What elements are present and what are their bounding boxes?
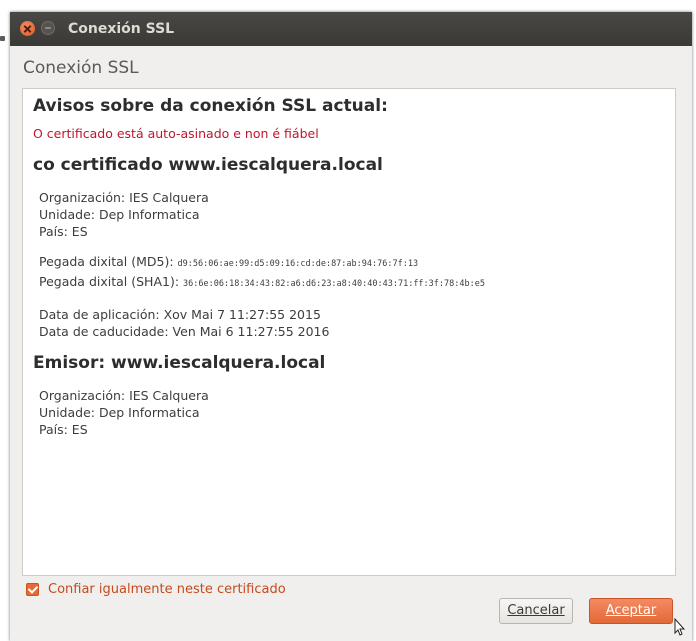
certificate-details-panel: Avisos sobre da conexión SSL actual: O c… xyxy=(22,88,676,576)
certificate-fingerprints: Pegada dixital (MD5): d9:56:06:ae:99:d5:… xyxy=(33,253,657,293)
warning-message: O certificado está auto-asinado e non é … xyxy=(33,126,319,141)
dialog-heading: Conexión SSL xyxy=(23,58,139,78)
issuer-country: País: ES xyxy=(39,422,88,437)
trust-checkbox-label[interactable]: Confiar igualmente neste certificado xyxy=(48,582,286,597)
issuer-heading: Emisor: www.iescalquera.local xyxy=(33,353,326,373)
certificate-validity: Data de aplicación: Xov Mai 7 11:27:55 2… xyxy=(33,306,657,340)
issuer-details: Organización: IES Calquera Unidade: Dep … xyxy=(33,387,657,438)
trust-option-row[interactable]: Confiar igualmente neste certificado xyxy=(26,582,286,597)
issuer-unit: Unidade: Dep Informatica xyxy=(39,405,200,420)
sha1-value: 36:6e:06:18:34:43:82:a6:d6:23:a8:40:40:4… xyxy=(183,279,485,289)
issued-date: Data de aplicación: Xov Mai 7 11:27:55 2… xyxy=(39,307,321,322)
certificate-heading: co certificado www.iescalquera.local xyxy=(33,155,383,175)
minimize-window-button[interactable] xyxy=(41,21,55,35)
page-bullet xyxy=(0,36,5,41)
accept-button[interactable]: Aceptar xyxy=(589,598,673,624)
warnings-title: Avisos sobre da conexión SSL actual: xyxy=(33,96,388,116)
window-title: Conexión SSL xyxy=(68,21,175,37)
cancel-button[interactable]: Cancelar xyxy=(499,598,573,624)
expiry-date: Data de caducidade: Ven Mai 6 11:27:55 2… xyxy=(39,324,330,339)
ssl-dialog-window: Conexión SSL Conexión SSL Avisos sobre d… xyxy=(10,12,692,641)
issuer-organization: Organización: IES Calquera xyxy=(39,388,209,403)
certificate-subject: Organización: IES Calquera Unidade: Dep … xyxy=(33,189,657,240)
sha1-label: Pegada dixital (SHA1): xyxy=(39,274,180,289)
md5-value: d9:56:06:ae:99:d5:09:16:cd:de:87:ab:94:7… xyxy=(177,259,419,269)
trust-checkbox[interactable] xyxy=(26,583,39,596)
md5-fingerprint-row: Pegada dixital (MD5): d9:56:06:ae:99:d5:… xyxy=(39,253,657,273)
accept-button-label: Aceptar xyxy=(605,603,657,618)
cert-country: País: ES xyxy=(39,224,88,239)
mouse-pointer-icon xyxy=(674,618,686,636)
cert-unit: Unidade: Dep Informatica xyxy=(39,207,200,222)
md5-label: Pegada dixital (MD5): xyxy=(39,254,174,269)
title-bar: Conexión SSL xyxy=(10,12,692,46)
cert-organization: Organización: IES Calquera xyxy=(39,190,209,205)
sha1-fingerprint-row: Pegada dixital (SHA1): 36:6e:06:18:34:43… xyxy=(39,273,657,293)
close-window-button[interactable] xyxy=(20,21,35,36)
cancel-button-label: Cancelar xyxy=(507,603,565,618)
